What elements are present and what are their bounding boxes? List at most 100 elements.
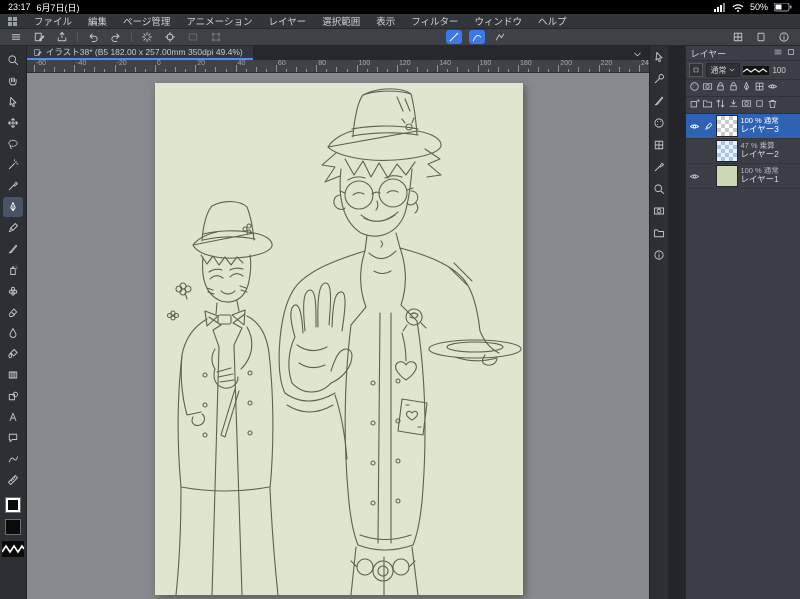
eyedropper-tool[interactable] <box>3 176 23 196</box>
airbrush-tool[interactable] <box>3 260 23 280</box>
menu-filter[interactable]: フィルター <box>403 14 466 28</box>
panel-toggle-layer-property[interactable] <box>652 204 666 218</box>
snap-to-ruler-button[interactable] <box>446 30 462 44</box>
panel-toggle-info[interactable] <box>652 248 666 262</box>
ruler-tick <box>407 69 409 72</box>
clear-button[interactable] <box>139 30 155 44</box>
menu-animation[interactable]: アニメーション <box>178 14 260 28</box>
selection-tool[interactable] <box>3 134 23 154</box>
menu-help[interactable]: ヘルプ <box>530 14 575 28</box>
decoration-tool[interactable] <box>3 281 23 301</box>
ruler-label: 120 <box>398 60 411 67</box>
info-button[interactable] <box>776 30 792 44</box>
blend-mode-select[interactable]: 通常 <box>706 63 741 77</box>
panel-toggle-color-set[interactable] <box>652 138 666 152</box>
menu-page[interactable]: ページ管理 <box>115 14 178 28</box>
redo-button[interactable] <box>108 30 124 44</box>
figure-tool[interactable] <box>3 386 23 406</box>
menu-select[interactable]: 選択範囲 <box>314 14 368 28</box>
select-area-button[interactable] <box>185 30 201 44</box>
ruler-tick <box>638 65 640 72</box>
snap-crosshair-button[interactable] <box>162 30 178 44</box>
opacity-slider[interactable] <box>743 65 770 75</box>
panel-toggle-navigator[interactable] <box>652 182 666 196</box>
layer-row[interactable]: 100 % 通常 レイヤー1 <box>686 164 800 189</box>
lock-layer-icon[interactable] <box>728 79 739 97</box>
menu-edit[interactable]: 編集 <box>80 14 115 28</box>
panel-toggle-tool[interactable] <box>652 50 666 64</box>
ruler-tick <box>326 69 328 72</box>
panel-toggle-material[interactable] <box>652 226 666 240</box>
new-layer-button[interactable] <box>689 96 700 114</box>
merge-down-button[interactable] <box>728 96 739 114</box>
new-folder-button[interactable] <box>702 96 713 114</box>
layer-row[interactable]: 47 % 乗算 レイヤー2 <box>686 139 800 164</box>
eraser-tool[interactable] <box>3 302 23 322</box>
panel-toggle-color-wheel[interactable] <box>652 116 666 130</box>
move-layer-tool[interactable] <box>3 113 23 133</box>
share-button[interactable] <box>54 30 70 44</box>
panel-toggle-brush[interactable] <box>652 94 666 108</box>
apply-mask-button[interactable] <box>754 96 765 114</box>
layer-color-icon[interactable] <box>689 79 700 97</box>
palette-option-icon[interactable] <box>689 63 704 77</box>
layer-thumbnail[interactable] <box>716 165 739 187</box>
transparent-color-swatch[interactable] <box>1 541 24 557</box>
pen-tool[interactable] <box>2 197 23 217</box>
pencil-tool[interactable] <box>3 218 23 238</box>
change-order-button[interactable] <box>715 96 726 114</box>
panel-toggle-subtool[interactable] <box>652 72 666 86</box>
visibility-eye-icon[interactable] <box>688 121 701 132</box>
layers-panel-menu-icon[interactable] <box>773 44 783 62</box>
create-mask-button[interactable] <box>741 96 752 114</box>
menu-layer[interactable]: レイヤー <box>260 14 314 28</box>
rotate-view-button[interactable] <box>753 30 769 44</box>
blend-tool[interactable] <box>3 323 23 343</box>
operation-tool[interactable] <box>3 92 23 112</box>
visibility-icon[interactable] <box>767 79 778 97</box>
fill-tool[interactable] <box>3 344 23 364</box>
layer-thumbnail[interactable] <box>716 115 739 137</box>
ruler-tick <box>43 69 45 72</box>
undo-button[interactable] <box>85 30 101 44</box>
layer-row[interactable]: 100 % 通常 レイヤー3 <box>686 114 800 139</box>
battery-icon <box>774 2 792 11</box>
text-tool[interactable] <box>3 407 23 427</box>
main-color-swatch[interactable] <box>4 497 21 513</box>
delete-layer-button[interactable] <box>767 96 778 114</box>
balloon-tool[interactable] <box>3 428 23 448</box>
ruler-tick <box>628 69 630 72</box>
gradient-tool[interactable] <box>3 365 23 385</box>
grid-button[interactable] <box>730 30 746 44</box>
ruler-tick <box>528 69 530 72</box>
brush-tool[interactable] <box>3 239 23 259</box>
layer-mask-icon[interactable] <box>702 79 713 97</box>
zoom-tool[interactable] <box>3 50 23 70</box>
visibility-eye-icon[interactable] <box>688 171 701 182</box>
edit-canvas-button[interactable] <box>31 30 47 44</box>
line-correction-tool[interactable] <box>3 449 23 469</box>
draft-layer-icon[interactable] <box>741 79 752 97</box>
transform-button[interactable] <box>208 30 224 44</box>
clock-time: 23:17 <box>8 2 31 12</box>
menu-file[interactable]: ファイル <box>26 14 80 28</box>
hand-tool[interactable] <box>3 71 23 91</box>
reference-layer-icon[interactable] <box>754 79 765 97</box>
menu-window[interactable]: ウィンドウ <box>467 14 531 28</box>
canvas[interactable] <box>154 83 523 595</box>
sub-color-swatch[interactable] <box>4 519 21 535</box>
layer-thumbnail[interactable] <box>716 140 739 162</box>
snap-off-button[interactable] <box>492 30 508 44</box>
document-tab[interactable]: イラスト38* (B5 182.00 x 257.00mm 350dpi 49.… <box>26 46 253 60</box>
ruler-tool[interactable] <box>3 470 23 490</box>
snap-to-special-ruler-button[interactable] <box>469 30 485 44</box>
menu-button[interactable] <box>8 30 24 44</box>
battery-percent: 50% <box>749 2 768 12</box>
app-menu-icon[interactable] <box>8 16 17 26</box>
auto-select-tool[interactable] <box>3 155 23 175</box>
ruler-tick <box>134 67 136 72</box>
menu-view[interactable]: 表示 <box>368 14 403 28</box>
panel-toggle-eyedropper[interactable] <box>652 160 666 174</box>
layers-panel-detach-icon[interactable] <box>786 44 796 62</box>
lock-alpha-icon[interactable] <box>715 79 726 97</box>
